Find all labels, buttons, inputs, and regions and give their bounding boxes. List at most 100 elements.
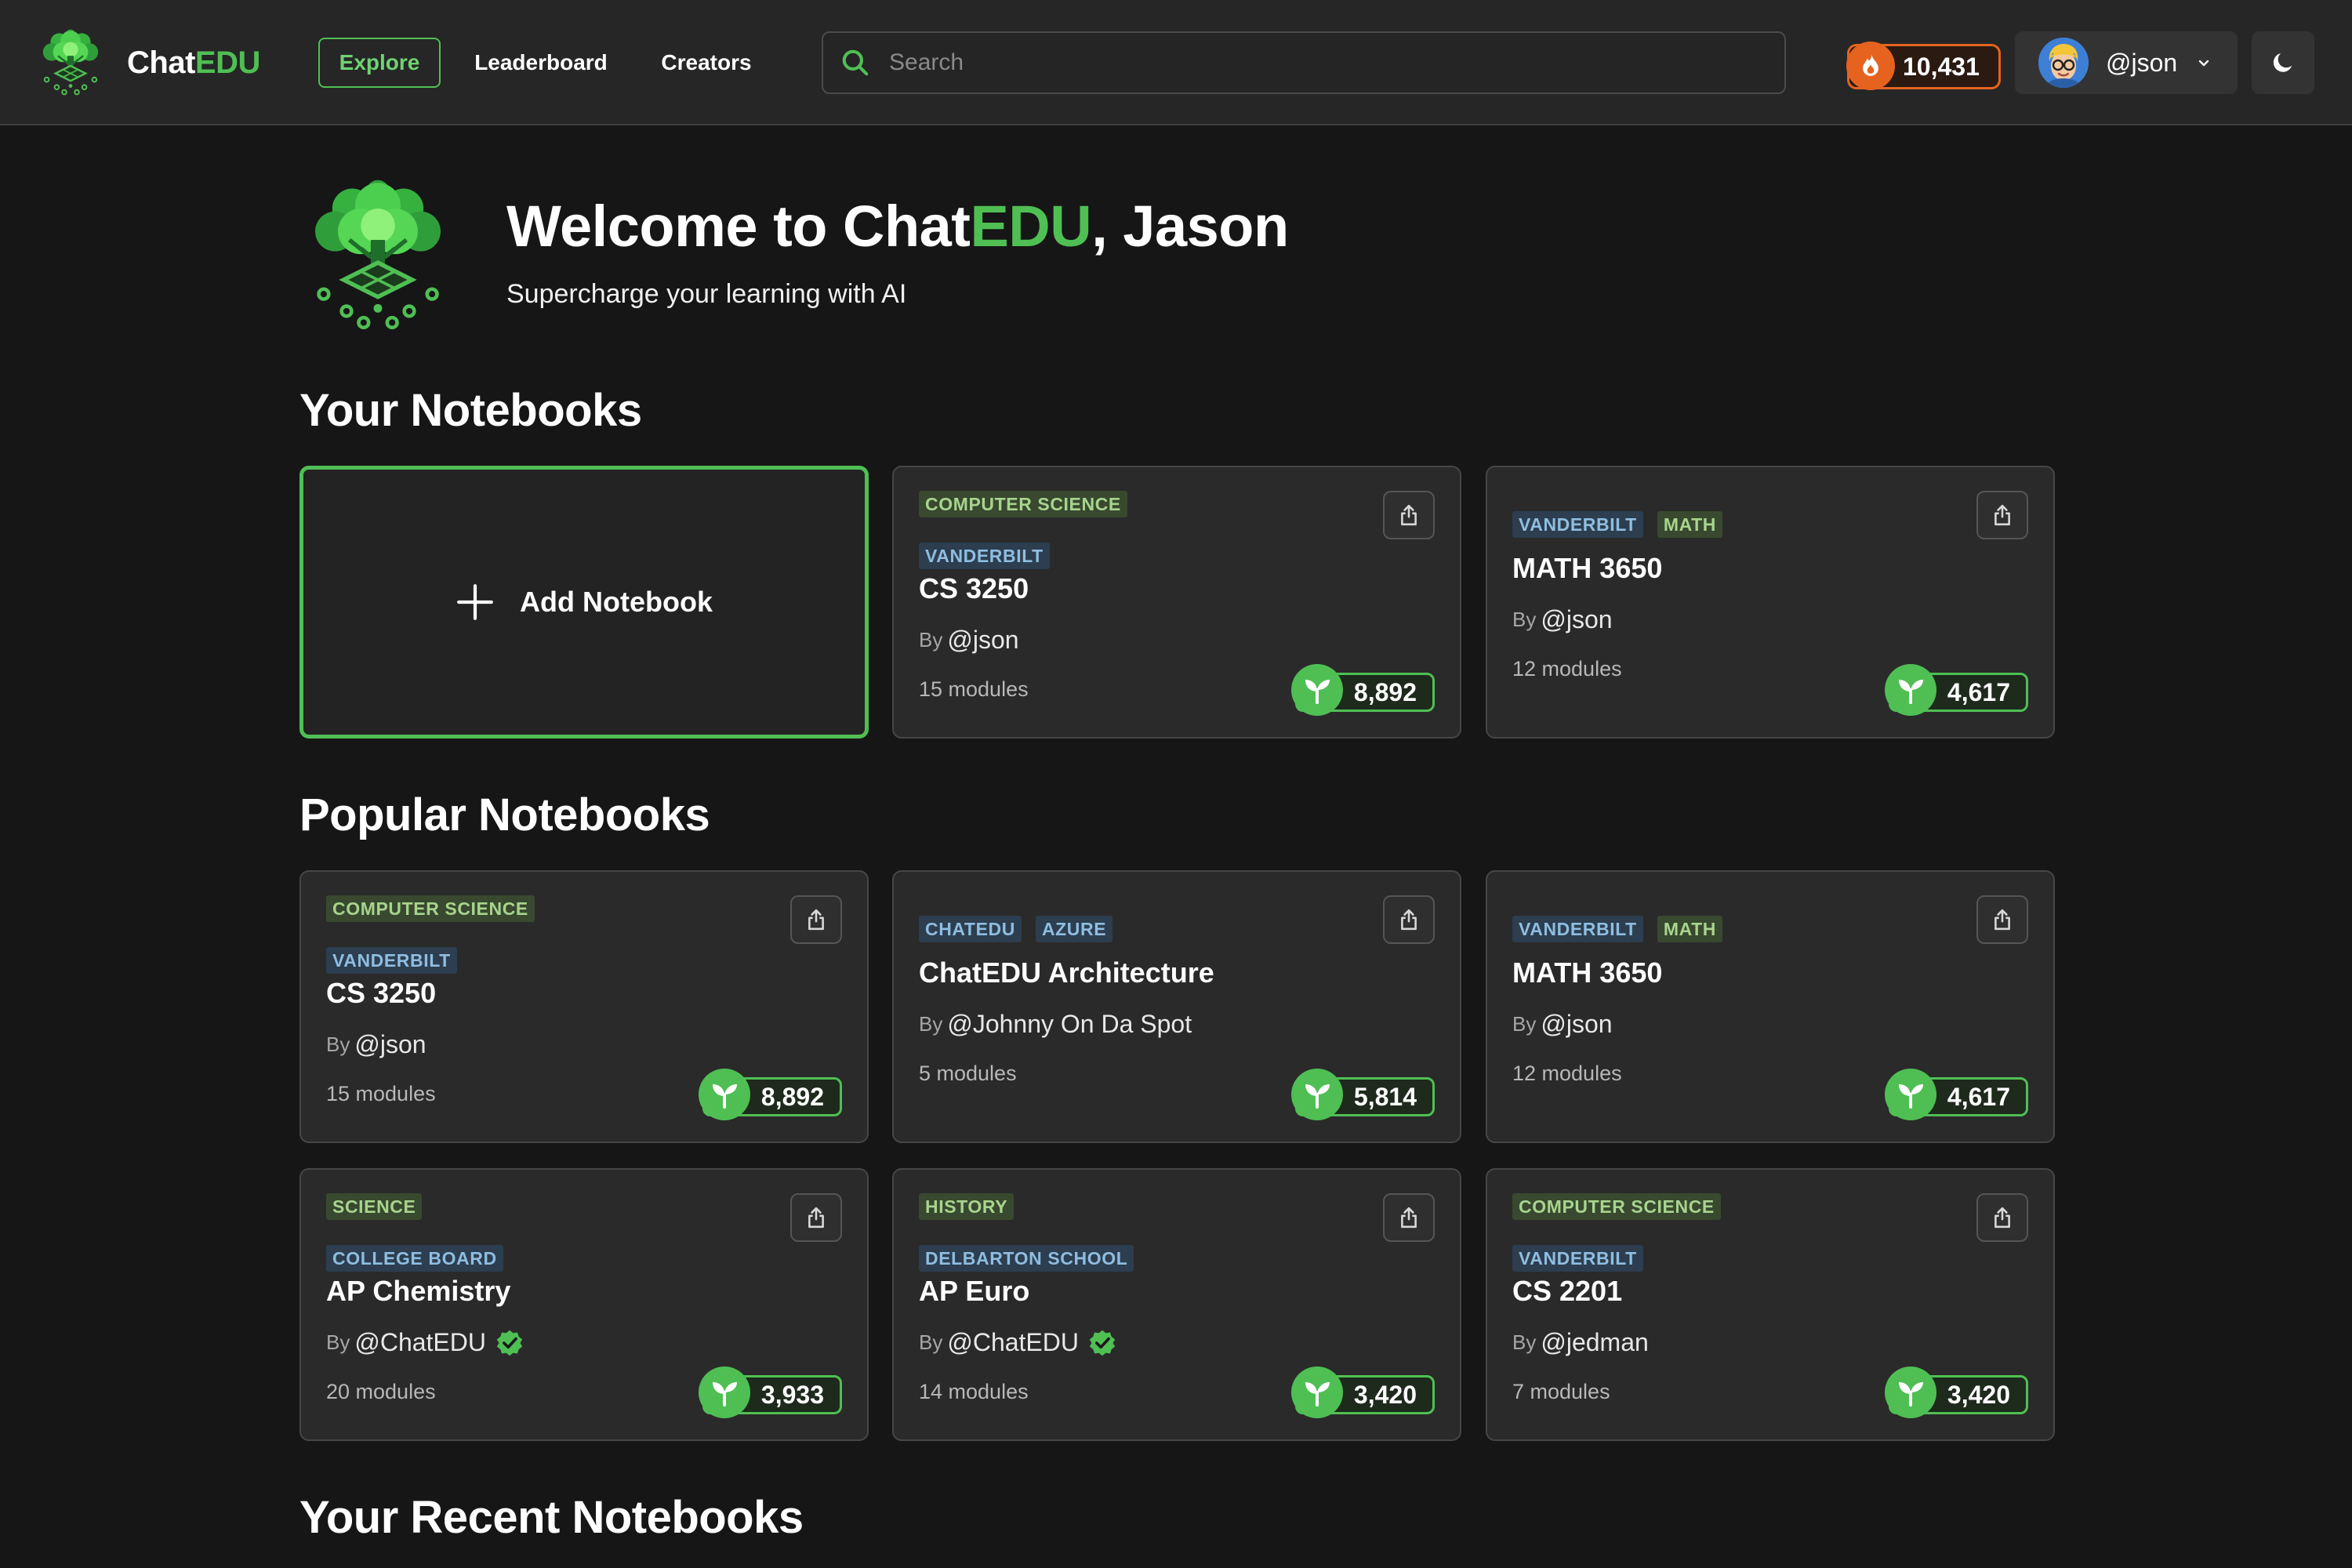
notebook-card[interactable]: COMPUTER SCIENCE VANDERBILT CS 2201 By @jedm… [1486,1168,2055,1441]
nav-leaderboard-link[interactable]: Leaderboard [470,38,612,88]
tag-list: HISTORY DELBARTON SCHOOL [919,1193,1366,1272]
tag-badge[interactable]: SCIENCE [326,1193,423,1220]
notebook-card[interactable]: HISTORY DELBARTON SCHOOL AP Euro By @ChatEDU… [892,1168,1461,1441]
share-icon [1992,1207,2013,1229]
share-icon [1992,909,2013,931]
notebook-author[interactable]: By @ChatEDU [919,1328,1116,1357]
plus-icon [457,584,493,620]
notebook-author[interactable]: By @json [1512,1010,1613,1039]
user-menu-button[interactable]: @json [2015,31,2238,94]
growth-score-badge: 8,892 [698,1069,842,1120]
notebook-card[interactable]: SCIENCE COLLEGE BOARD AP Chemistry By @ChatE… [299,1168,869,1441]
notebook-title[interactable]: AP Chemistry [326,1275,510,1308]
growth-score-badge: 5,814 [1290,1069,1435,1120]
growth-score-badge: 3,933 [698,1367,842,1418]
tag-badge[interactable]: MATH [1657,916,1722,942]
by-label: By [919,1012,943,1036]
search-input[interactable] [889,39,1784,86]
notebook-author[interactable]: By @jedman [1512,1328,1649,1357]
notebook-author[interactable]: By @json [326,1030,426,1059]
tag-badge[interactable]: VANDERBILT [1512,916,1643,942]
score-value: 4,617 [1947,677,2010,706]
points-badge[interactable]: 10,431 [1846,42,2001,90]
share-button[interactable] [1976,895,2028,944]
score-value: 3,420 [1353,1380,1417,1409]
author-handle[interactable]: @jedman [1541,1328,1648,1357]
author-handle[interactable]: @Johnny On Da Spot [947,1010,1192,1039]
notebook-card[interactable]: COMPUTER SCIENCE VANDERBILT CS 3250 By @json… [892,466,1461,739]
author-handle[interactable]: @ChatEDU [947,1328,1079,1357]
by-label: By [919,1330,943,1354]
notebook-title[interactable]: MATH 3650 [1512,552,1662,585]
notebook-title[interactable]: MATH 3650 [1512,956,1662,989]
notebook-author[interactable]: By @ChatEDU [326,1328,524,1357]
chatedu-logo-icon [39,28,102,97]
notebook-author[interactable]: By @json [919,626,1019,655]
share-button[interactable] [1976,491,2028,539]
notebook-title[interactable]: CS 2201 [1512,1275,1622,1308]
notebook-card[interactable]: VANDERBILT MATH MATH 3650 By @json 12 modules… [1486,870,2055,1143]
avatar [2038,38,2089,88]
sprout-icon [1884,1367,1936,1418]
share-icon [806,909,826,931]
tag-badge[interactable]: VANDERBILT [1512,1245,1643,1272]
author-handle[interactable]: @json [1541,1010,1612,1039]
score-value: 8,892 [1353,677,1417,706]
user-handle: @json [2106,48,2178,77]
notebook-title[interactable]: AP Euro [919,1275,1029,1308]
tag-badge[interactable]: DELBARTON SCHOOL [919,1245,1134,1272]
share-icon [1399,909,1419,931]
sprout-icon [698,1367,750,1418]
popular-notebooks-heading: Popular Notebooks [299,789,710,840]
share-icon [806,1207,826,1229]
share-button[interactable] [790,1193,842,1242]
share-icon [1992,504,2013,526]
tag-list: CHATEDU AZURE [919,916,1366,942]
tag-badge[interactable]: VANDERBILT [1512,511,1643,538]
tag-badge[interactable]: COMPUTER SCIENCE [1512,1193,1721,1220]
share-button[interactable] [1383,895,1435,944]
notebook-title[interactable]: CS 3250 [326,977,436,1010]
by-label: By [326,1033,350,1056]
module-count: 5 modules [919,1062,1017,1085]
tag-badge[interactable]: CHATEDU [919,916,1022,942]
tag-list: VANDERBILT MATH [1512,511,1959,538]
notebook-card[interactable]: COMPUTER SCIENCE VANDERBILT CS 3250 By @json… [299,870,869,1143]
tag-list: COMPUTER SCIENCE VANDERBILT [1512,1193,1959,1272]
dark-mode-toggle[interactable] [2252,31,2314,94]
notebook-card[interactable]: VANDERBILT MATH MATH 3650 By @json 12 modules… [1486,466,2055,739]
points-value: 10,431 [1903,52,1980,81]
brand[interactable]: ChatEDU [39,28,260,97]
your-notebooks-heading: Your Notebooks [299,385,642,436]
notebook-author[interactable]: By @json [1512,605,1613,634]
tag-badge[interactable]: HISTORY [919,1193,1014,1220]
tag-list: SCIENCE COLLEGE BOARD [326,1193,773,1272]
share-button[interactable] [1383,1193,1435,1242]
chevron-down-icon [2198,60,2209,67]
tag-badge[interactable]: VANDERBILT [326,947,457,974]
share-button[interactable] [1383,491,1435,539]
share-button[interactable] [1976,1193,2028,1242]
tag-badge[interactable]: MATH [1657,511,1722,538]
moon-icon [2273,53,2292,72]
author-handle[interactable]: @json [1541,605,1612,634]
search-bar[interactable] [822,31,1786,94]
nav-explore-button[interactable]: Explore [318,38,441,88]
nav-creators-link[interactable]: Creators [655,38,757,88]
tag-badge[interactable]: COMPUTER SCIENCE [326,895,535,922]
notebook-author[interactable]: By @Johnny On Da Spot [919,1010,1192,1039]
author-handle[interactable]: @json [354,1030,426,1059]
share-button[interactable] [790,895,842,944]
tag-badge[interactable]: AZURE [1035,916,1113,942]
tag-badge[interactable]: COMPUTER SCIENCE [919,491,1127,517]
tag-list: VANDERBILT MATH [1512,916,1959,942]
author-handle[interactable]: @ChatEDU [354,1328,486,1357]
tag-badge[interactable]: COLLEGE BOARD [326,1245,503,1272]
sprout-icon [1290,1069,1343,1120]
notebook-title[interactable]: CS 3250 [919,572,1029,605]
author-handle[interactable]: @json [947,626,1018,655]
tag-badge[interactable]: VANDERBILT [919,543,1050,569]
add-notebook-card[interactable]: Add Notebook [299,466,869,739]
notebook-card[interactable]: CHATEDU AZURE ChatEDU Architecture By @Johnn… [892,870,1461,1143]
notebook-title[interactable]: ChatEDU Architecture [919,956,1214,989]
